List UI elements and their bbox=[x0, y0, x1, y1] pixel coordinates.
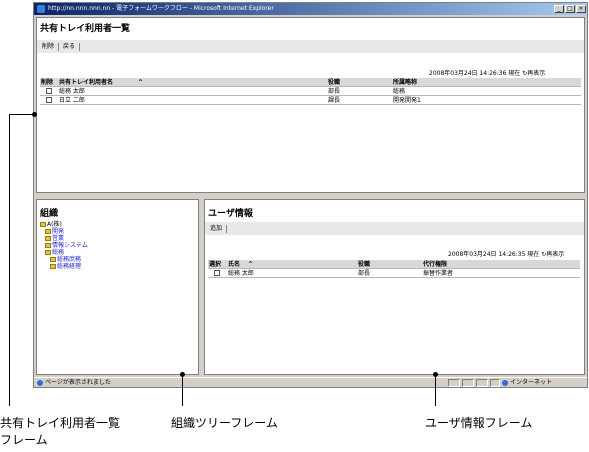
users-table: 削除 共有トレイ利用者名 ^ 役職 所属略称 総務 太郎 部長 総務 日立 二郎… bbox=[40, 78, 581, 105]
callout-line bbox=[9, 114, 34, 115]
toolbar: 追加 bbox=[205, 222, 584, 235]
caption-user-frame: ユーザ情報フレーム bbox=[425, 416, 533, 430]
callout-line bbox=[9, 114, 10, 406]
cell-dept: 総務 bbox=[393, 88, 406, 95]
cell-name: 総務 太郎 bbox=[228, 270, 254, 277]
window-titlebar: http://nn.nnn.nnn.nn - 電子フォームワークフロー - Mi… bbox=[34, 3, 587, 15]
toolbar-divider bbox=[58, 42, 60, 51]
refresh-link[interactable]: 再表示 bbox=[527, 70, 545, 77]
sort-icon[interactable]: ^ bbox=[138, 78, 143, 87]
cell-position: 課長 bbox=[328, 97, 341, 104]
cell-name: 日立 二郎 bbox=[59, 97, 85, 104]
shared-tray-users-frame: 共有トレイ利用者一覧 削除 戻る 2008年03月24日 14:26:36 現在 … bbox=[36, 17, 585, 193]
caption-top-frame-line2: フレーム bbox=[0, 433, 48, 447]
folder-icon bbox=[45, 236, 51, 241]
tree-node[interactable]: 総務庶務 bbox=[40, 256, 88, 263]
toolbar-divider bbox=[226, 224, 228, 233]
status-message: ページが表示されました bbox=[37, 378, 111, 388]
col-name[interactable]: 共有トレイ利用者名 bbox=[59, 78, 113, 87]
toolbar: 削除 戻る bbox=[37, 40, 584, 53]
table-header: 選択 氏名 ^ 役職 代行権限 bbox=[208, 260, 580, 269]
col-position: 役職 bbox=[328, 79, 341, 86]
delete-button[interactable]: 削除 bbox=[40, 40, 56, 53]
status-panel bbox=[448, 379, 460, 387]
folder-icon bbox=[45, 243, 51, 248]
user-table: 選択 氏名 ^ 役職 代行権限 総務 太郎 部長 振替作業者 bbox=[208, 260, 580, 278]
folder-icon bbox=[45, 250, 51, 255]
org-tree: A(株) 開発 営業 情報システム 総務 総務庶務 総務経理 bbox=[40, 221, 88, 270]
col-proxy-right: 代行権限 bbox=[423, 261, 448, 268]
col-delete: 削除 bbox=[41, 79, 54, 86]
table-row: 総務 太郎 部長 総務 bbox=[40, 87, 581, 96]
timestamp-line: 2008年03月24日 14:26:35 現在 ↻再表示 bbox=[448, 249, 564, 258]
status-panel bbox=[490, 379, 500, 387]
timestamp-line: 2008年03月24日 14:26:36 現在 ↻再表示 bbox=[429, 68, 545, 77]
sort-icon[interactable]: ^ bbox=[248, 260, 253, 269]
col-position: 役職 bbox=[358, 261, 371, 268]
tree-node[interactable]: 情報システム bbox=[40, 242, 88, 249]
ie-icon bbox=[37, 5, 45, 13]
timestamp: 2008年03月24日 14:26:35 現在 bbox=[448, 251, 540, 258]
status-panel bbox=[462, 379, 474, 387]
user-info-title: ユーザ情報 bbox=[208, 209, 253, 219]
col-name[interactable]: 氏名 bbox=[228, 260, 240, 269]
page-title: 共有トレイ利用者一覧 bbox=[40, 24, 131, 34]
tree-node[interactable]: 開発 bbox=[40, 228, 88, 235]
add-button[interactable]: 追加 bbox=[208, 222, 224, 235]
status-panel bbox=[476, 379, 488, 387]
table-row: 総務 太郎 部長 振替作業者 bbox=[208, 269, 580, 278]
folder-icon bbox=[50, 264, 56, 269]
row-checkbox[interactable] bbox=[46, 97, 52, 103]
org-title: 組織 bbox=[40, 209, 59, 219]
user-info-frame: ユーザ情報 追加 2008年03月24日 14:26:35 現在 ↻再表示 選択… bbox=[204, 199, 585, 375]
callout-line bbox=[435, 374, 436, 406]
tree-node[interactable]: 営業 bbox=[40, 235, 88, 242]
row-checkbox[interactable] bbox=[46, 88, 52, 94]
caption-tree-frame: 組織ツリーフレーム bbox=[171, 416, 278, 430]
cell-proxy-right: 振替作業者 bbox=[423, 270, 454, 277]
table-header: 削除 共有トレイ利用者名 ^ 役職 所属略称 bbox=[40, 78, 581, 87]
minimize-button[interactable]: _ bbox=[554, 5, 564, 13]
tree-node[interactable]: 総務 bbox=[40, 249, 88, 256]
col-dept: 所属略称 bbox=[393, 79, 418, 86]
cell-dept: 開発開発1 bbox=[393, 97, 421, 104]
org-tree-frame: 組織 A(株) 開発 営業 情報システム 総務 総務庶務 総務経理 bbox=[36, 199, 199, 375]
folder-icon bbox=[45, 229, 51, 234]
cell-name: 総務 太郎 bbox=[59, 88, 85, 95]
tree-node[interactable]: A(株) bbox=[40, 221, 88, 228]
tree-node[interactable]: 総務経理 bbox=[40, 263, 88, 270]
page-icon bbox=[37, 379, 43, 386]
row-checkbox[interactable] bbox=[214, 270, 220, 276]
caption-top-frame-line1: 共有トレイ利用者一覧 bbox=[0, 416, 121, 430]
callout-line bbox=[182, 374, 183, 406]
status-bar: ページが表示されました インターネット bbox=[34, 377, 587, 387]
refresh-link[interactable]: 再表示 bbox=[546, 251, 564, 258]
cell-position: 部長 bbox=[358, 270, 371, 277]
folder-icon bbox=[40, 222, 46, 227]
browser-window: http://nn.nnn.nnn.nn - 電子フォームワークフロー - Mi… bbox=[33, 2, 588, 388]
window-title: http://nn.nnn.nnn.nn - 電子フォームワークフロー - Mi… bbox=[48, 5, 274, 12]
cell-position: 部長 bbox=[328, 88, 341, 95]
toolbar-divider bbox=[79, 42, 81, 51]
internet-icon bbox=[502, 379, 508, 386]
maximize-button[interactable]: □ bbox=[565, 5, 575, 13]
back-button[interactable]: 戻る bbox=[61, 40, 77, 53]
folder-icon bbox=[50, 257, 56, 262]
timestamp: 2008年03月24日 14:26:36 現在 bbox=[429, 70, 521, 77]
col-select: 選択 bbox=[209, 261, 222, 268]
zone-indicator: インターネット bbox=[502, 378, 552, 388]
close-button[interactable]: × bbox=[576, 5, 586, 13]
table-row: 日立 二郎 課長 開発開発1 bbox=[40, 96, 581, 105]
